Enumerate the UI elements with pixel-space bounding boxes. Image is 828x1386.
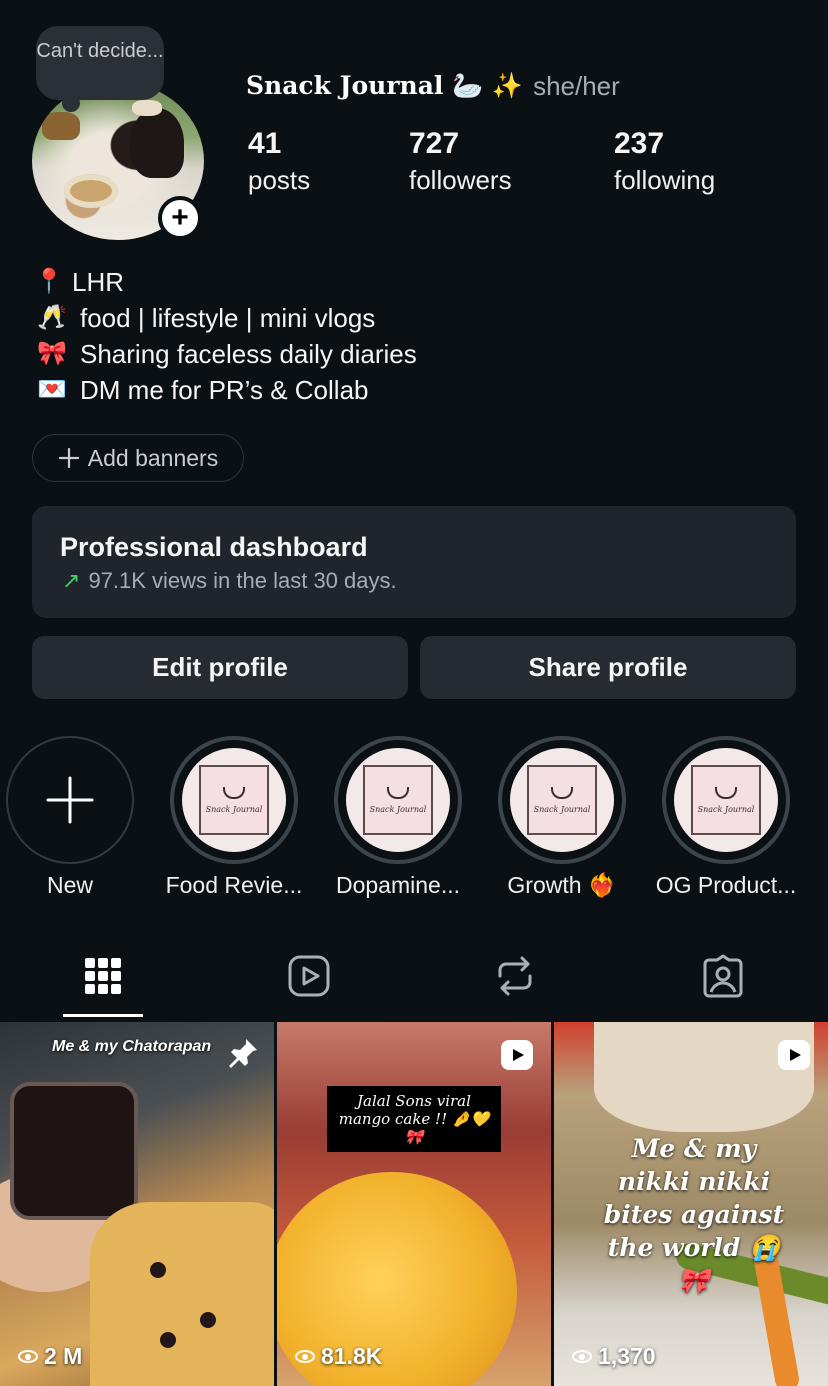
stat-following-label: following	[614, 165, 716, 195]
dashboard-subtitle: 97.1K views in the last 30 days.	[88, 568, 397, 593]
bio-line: 💌 DM me for PR’s & Collab	[34, 372, 417, 408]
reel-badge	[778, 1040, 810, 1070]
eye-icon	[295, 1350, 315, 1363]
post-caption: Me & my Chatorapan	[52, 1038, 212, 1055]
professional-dashboard-card[interactable]: Professional dashboard ↗ 97.1K views in t…	[32, 506, 796, 618]
note-bubble[interactable]: Can't decide...	[36, 26, 164, 112]
view-count-value: 1,370	[598, 1343, 656, 1369]
highlight-dopamine[interactable]: Snack Journal	[334, 736, 462, 864]
highlight-growth[interactable]: Snack Journal	[498, 736, 626, 864]
plus-icon	[58, 447, 79, 469]
dashboard-title: Professional dashboard	[60, 532, 368, 562]
add-story-button[interactable]: +	[158, 196, 202, 240]
reels-icon	[513, 1049, 524, 1061]
post-tile[interactable]: Me & my Chatorapan 2 M	[0, 1022, 274, 1386]
highlight-label: Food Revie...	[165, 872, 303, 898]
highlight-label: Growth ❤️‍🔥	[507, 872, 617, 898]
tagged-person-icon	[703, 954, 743, 998]
bio-text: LHR	[72, 267, 125, 297]
post-tile[interactable]: Jalal Sons viral mango cake !! 🤌💛🎀 81.8K	[277, 1022, 551, 1386]
new-highlight-button[interactable]	[6, 736, 134, 864]
eye-icon	[18, 1350, 38, 1363]
view-count-value: 81.8K	[321, 1343, 383, 1369]
highlight-cover-text: Snack Journal	[533, 804, 591, 814]
view-count: 2 M	[18, 1343, 82, 1370]
tab-tagged[interactable]	[683, 950, 763, 1002]
grid-icon	[85, 958, 121, 994]
tab-reposts[interactable]	[475, 950, 555, 1002]
profile-name: Snack Journal 🦢 ✨	[246, 71, 524, 100]
bio: 📍 LHR 🥂 food | lifestyle | mini vlogs 🎀 …	[34, 264, 417, 408]
edit-profile-button[interactable]: Edit profile	[32, 636, 408, 699]
pronouns: she/her	[533, 70, 620, 101]
highlight-cover-text: Snack Journal	[369, 804, 427, 814]
highlight-og-products[interactable]: Snack Journal	[662, 736, 790, 864]
champagne-icon: 🥂	[37, 304, 67, 331]
tab-reels[interactable]	[269, 950, 349, 1002]
share-profile-button[interactable]: Share profile	[420, 636, 796, 699]
stat-followers[interactable]: 727 followers	[409, 126, 512, 198]
repost-icon	[498, 956, 532, 996]
highlight-label: OG Product...	[655, 872, 797, 898]
bio-line: 📍 LHR	[34, 264, 417, 300]
trend-up-icon: ↗	[62, 568, 81, 593]
stat-following[interactable]: 237 following	[614, 126, 715, 198]
ribbon-icon: 🎀	[37, 340, 67, 367]
bio-line: 🎀 Sharing faceless daily diaries	[34, 336, 417, 372]
view-count: 1,370	[572, 1343, 656, 1370]
post-caption: Me & my nikki nikki bites against the wo…	[603, 1134, 785, 1295]
dashboard-subtitle-row: ↗ 97.1K views in the last 30 days.	[62, 568, 397, 594]
pin-icon	[229, 1039, 257, 1068]
add-banners-label: Add banners	[87, 444, 219, 471]
highlight-cover-text: Snack Journal	[205, 804, 263, 814]
love-letter-icon: 💌	[37, 376, 67, 403]
view-count-value: 2 M	[44, 1343, 83, 1369]
eye-icon	[572, 1350, 592, 1363]
pin-icon: 📍	[34, 268, 64, 295]
stat-followers-label: followers	[409, 165, 512, 195]
active-tab-indicator	[63, 1014, 143, 1017]
tab-grid[interactable]	[63, 950, 143, 1002]
highlight-cover-text: Snack Journal	[697, 804, 755, 814]
view-count: 81.8K	[295, 1343, 382, 1370]
highlight-label: Dopamine...	[335, 872, 460, 898]
highlight-food-reviews[interactable]: Snack Journal	[170, 736, 298, 864]
reels-icon	[288, 955, 330, 997]
post-tile[interactable]: Me & my nikki nikki bites against the wo…	[554, 1022, 828, 1386]
add-banners-button[interactable]: Add banners	[32, 434, 244, 482]
post-caption: Jalal Sons viral mango cake !! 🤌💛🎀	[327, 1086, 501, 1152]
stat-following-value: 237	[614, 127, 665, 160]
stat-posts[interactable]: 41 posts	[248, 126, 310, 198]
stat-posts-label: posts	[248, 165, 311, 195]
bio-text: Sharing faceless daily diaries	[80, 339, 417, 369]
bio-text: food | lifestyle | mini vlogs	[80, 303, 376, 333]
stat-followers-value: 727	[409, 127, 460, 160]
bio-text: DM me for PR’s & Collab	[80, 375, 369, 405]
plus-icon	[46, 776, 94, 824]
bio-line: 🥂 food | lifestyle | mini vlogs	[34, 300, 417, 336]
note-text: Can't decide...	[36, 40, 164, 62]
reel-badge	[501, 1040, 533, 1070]
highlight-label-new: New	[46, 872, 93, 898]
profile-name-row: Snack Journal 🦢 ✨ she/her	[246, 66, 620, 106]
reels-icon	[790, 1049, 801, 1061]
stat-posts-value: 41	[248, 127, 282, 160]
